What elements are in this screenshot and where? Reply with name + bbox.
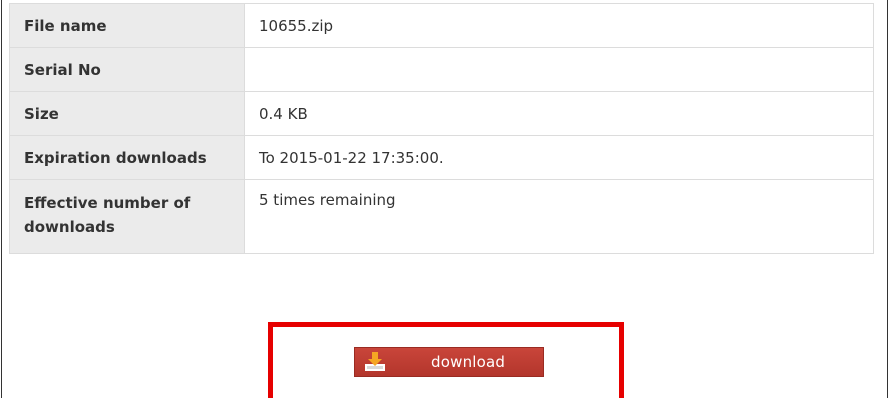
effective-downloads-value: 5 times remaining <box>244 179 874 254</box>
effective-downloads-label: Effective number of downloads <box>9 179 245 254</box>
serial-no-value <box>244 47 874 92</box>
download-button[interactable]: download <box>354 347 544 377</box>
expiration-downloads-value: To 2015-01-22 17:35:00. <box>244 135 874 180</box>
serial-no-label: Serial No <box>9 47 245 92</box>
table-row-size: Size 0.4 KB <box>9 91 874 136</box>
table-row-effective-downloads: Effective number of downloads 5 times re… <box>9 179 874 254</box>
expiration-downloads-label: Expiration downloads <box>9 135 245 180</box>
download-button-label: download <box>431 353 506 371</box>
size-value: 0.4 KB <box>244 91 874 136</box>
file-name-label: File name <box>9 3 245 48</box>
file-name-value: 10655.zip <box>244 3 874 48</box>
table-row-file-name: File name 10655.zip <box>9 3 874 48</box>
file-info-table: File name 10655.zip Serial No Size 0.4 K… <box>9 3 874 254</box>
download-tray-icon <box>363 351 387 373</box>
size-label: Size <box>9 91 245 136</box>
table-row-serial-no: Serial No <box>9 47 874 92</box>
download-highlight-box: download <box>268 322 624 398</box>
table-row-expiration: Expiration downloads To 2015-01-22 17:35… <box>9 135 874 180</box>
